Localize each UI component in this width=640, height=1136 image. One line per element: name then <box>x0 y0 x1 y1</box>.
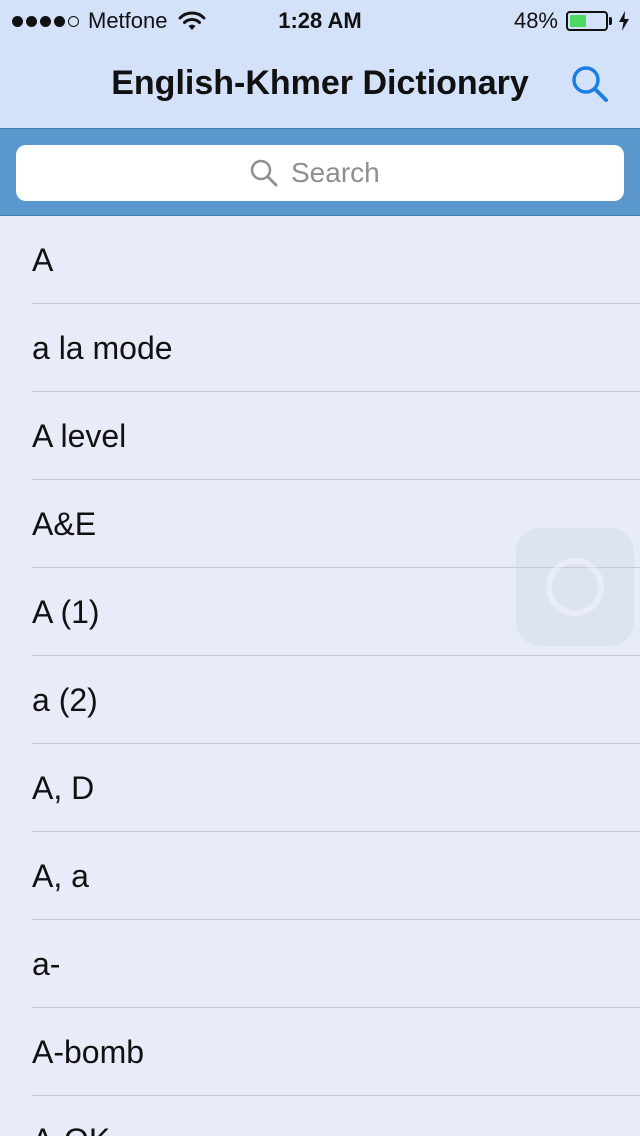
word-label: A, a <box>32 858 89 894</box>
list-item[interactable]: A-bomb <box>0 1008 640 1096</box>
search-bar <box>0 128 640 216</box>
search-field[interactable] <box>16 145 624 201</box>
status-bar: Metfone 1:28 AM 48% <box>0 0 640 40</box>
word-label: a- <box>32 946 61 982</box>
word-label: a (2) <box>32 682 98 718</box>
list-item[interactable]: a la mode <box>0 304 640 392</box>
battery-icon <box>566 11 608 31</box>
list-item[interactable]: a (2) <box>0 656 640 744</box>
status-right: 48% <box>514 8 630 34</box>
word-label: A-bomb <box>32 1034 145 1070</box>
list-item[interactable]: a- <box>0 920 640 1008</box>
list-item[interactable]: A, D <box>0 744 640 832</box>
word-label: A&E <box>32 506 97 542</box>
list-item[interactable]: A, a <box>0 832 640 920</box>
search-icon[interactable] <box>568 62 612 106</box>
header: Metfone 1:28 AM 48% English-Khmer Dictio… <box>0 0 640 128</box>
list-item[interactable]: A <box>0 216 640 304</box>
charging-bolt-icon <box>619 11 629 31</box>
list-item[interactable]: A-OK <box>0 1096 640 1136</box>
word-label: A <box>32 242 54 278</box>
list-item[interactable]: A level <box>0 392 640 480</box>
screen: Metfone 1:28 AM 48% English-Khmer Dictio… <box>0 0 640 1136</box>
battery-level-fill <box>570 15 586 27</box>
battery-nub <box>609 17 612 25</box>
navigation-bar: English-Khmer Dictionary <box>0 40 640 128</box>
word-list: Aa la mode A level A&E A (1) a (2) A, D A, a a-… <box>0 216 640 1136</box>
word-label: A level <box>32 418 127 454</box>
battery-percent: 48% <box>513 8 558 33</box>
assistive-touch-icon <box>546 558 604 616</box>
page-title: English-Khmer Dictionary <box>111 64 529 102</box>
word-label: A, D <box>32 770 95 806</box>
search-input[interactable] <box>291 157 391 189</box>
search-icon <box>250 159 278 187</box>
assistive-touch-button[interactable] <box>516 528 634 646</box>
word-label: A-OK <box>32 1122 110 1136</box>
word-label: A (1) <box>32 594 100 630</box>
word-label: a la mode <box>32 330 173 366</box>
